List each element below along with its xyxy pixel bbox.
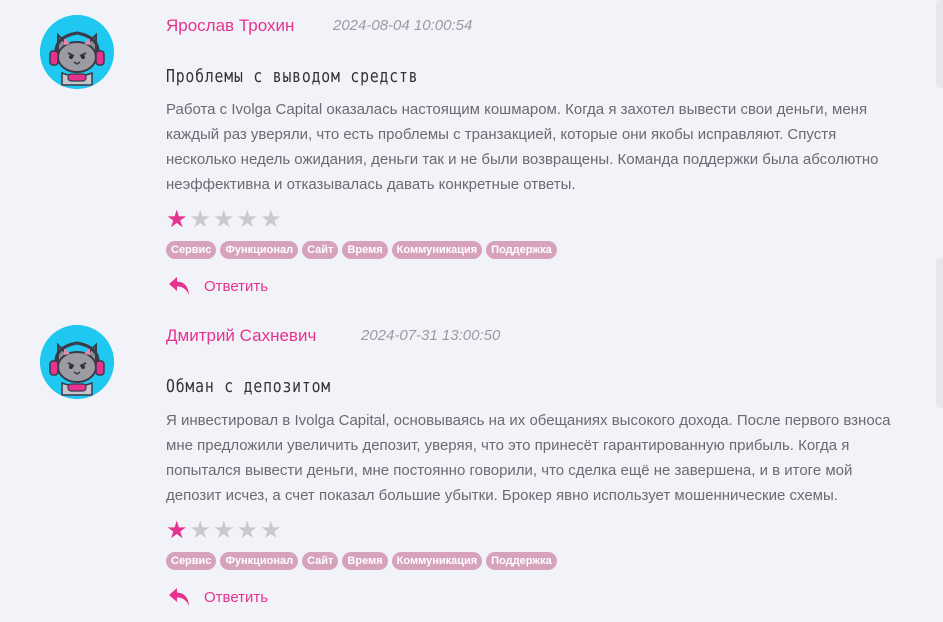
star-icon: ★ [166, 517, 188, 544]
reply-label: Ответить [204, 588, 269, 606]
tag[interactable]: Поддержка [486, 241, 557, 259]
side-panel-edge [936, 0, 943, 88]
star-icon: ★ [260, 206, 282, 233]
star-icon: ★ [236, 517, 259, 544]
star-icon: ★ [189, 206, 212, 233]
user-avatar [40, 325, 114, 399]
gamer-cat-icon [40, 325, 114, 399]
review-date: 2024-07-31 13:00:50 [361, 327, 501, 344]
reply-label: Ответить [204, 277, 269, 295]
review-title: Проблемы с выводом средств [166, 66, 419, 87]
rating-stars: ★ ★ ★ ★ ★ [166, 519, 282, 543]
review-text: Работа с Ivolga Capital оказалась настоя… [166, 101, 879, 193]
star-icon: ★ [213, 206, 235, 233]
review-author[interactable]: Дмитрий Сахневич [166, 326, 316, 346]
tag[interactable]: Функционал [220, 552, 299, 570]
reply-arrow-icon [169, 588, 189, 606]
review-title: Обман с депозитом [166, 376, 332, 397]
star-icon: ★ [236, 206, 259, 233]
tag[interactable]: Поддержка [486, 552, 557, 570]
review-text: Я инвестировал в Ivolga Capital, основыв… [166, 412, 891, 504]
rating-stars: ★ ★ ★ ★ ★ [166, 208, 282, 232]
user-avatar [40, 15, 114, 89]
reply-arrow-icon [169, 277, 189, 295]
reply-button[interactable]: Ответить [168, 587, 268, 607]
tag[interactable]: Сервис [166, 552, 217, 570]
tag[interactable]: Сайт [302, 241, 339, 259]
star-icon: ★ [166, 206, 188, 233]
tag[interactable]: Сервис [166, 241, 217, 259]
tag[interactable]: Время [342, 552, 388, 570]
tag-list: Сервис Функционал Сайт Время Коммуникаци… [166, 552, 557, 570]
tag-list: Сервис Функционал Сайт Время Коммуникаци… [166, 241, 557, 259]
star-icon: ★ [189, 517, 212, 544]
side-panel-edge [936, 258, 943, 408]
tag[interactable]: Время [342, 241, 388, 259]
tag[interactable]: Сайт [302, 552, 339, 570]
tag[interactable]: Функционал [220, 241, 299, 259]
reply-button[interactable]: Ответить [168, 276, 268, 296]
tag[interactable]: Коммуникация [391, 552, 483, 570]
gamer-cat-icon [40, 15, 114, 89]
review-card: Дмитрий Сахневич 2024-07-31 13:00:50 Обм… [0, 310, 943, 622]
star-icon: ★ [213, 517, 235, 544]
review-date: 2024-08-04 10:00:54 [333, 17, 473, 34]
tag[interactable]: Коммуникация [391, 241, 483, 259]
star-icon: ★ [260, 517, 282, 544]
review-author[interactable]: Ярослав Трохин [166, 16, 294, 36]
review-card: Ярослав Трохин 2024-08-04 10:00:54 Пробл… [0, 0, 943, 310]
